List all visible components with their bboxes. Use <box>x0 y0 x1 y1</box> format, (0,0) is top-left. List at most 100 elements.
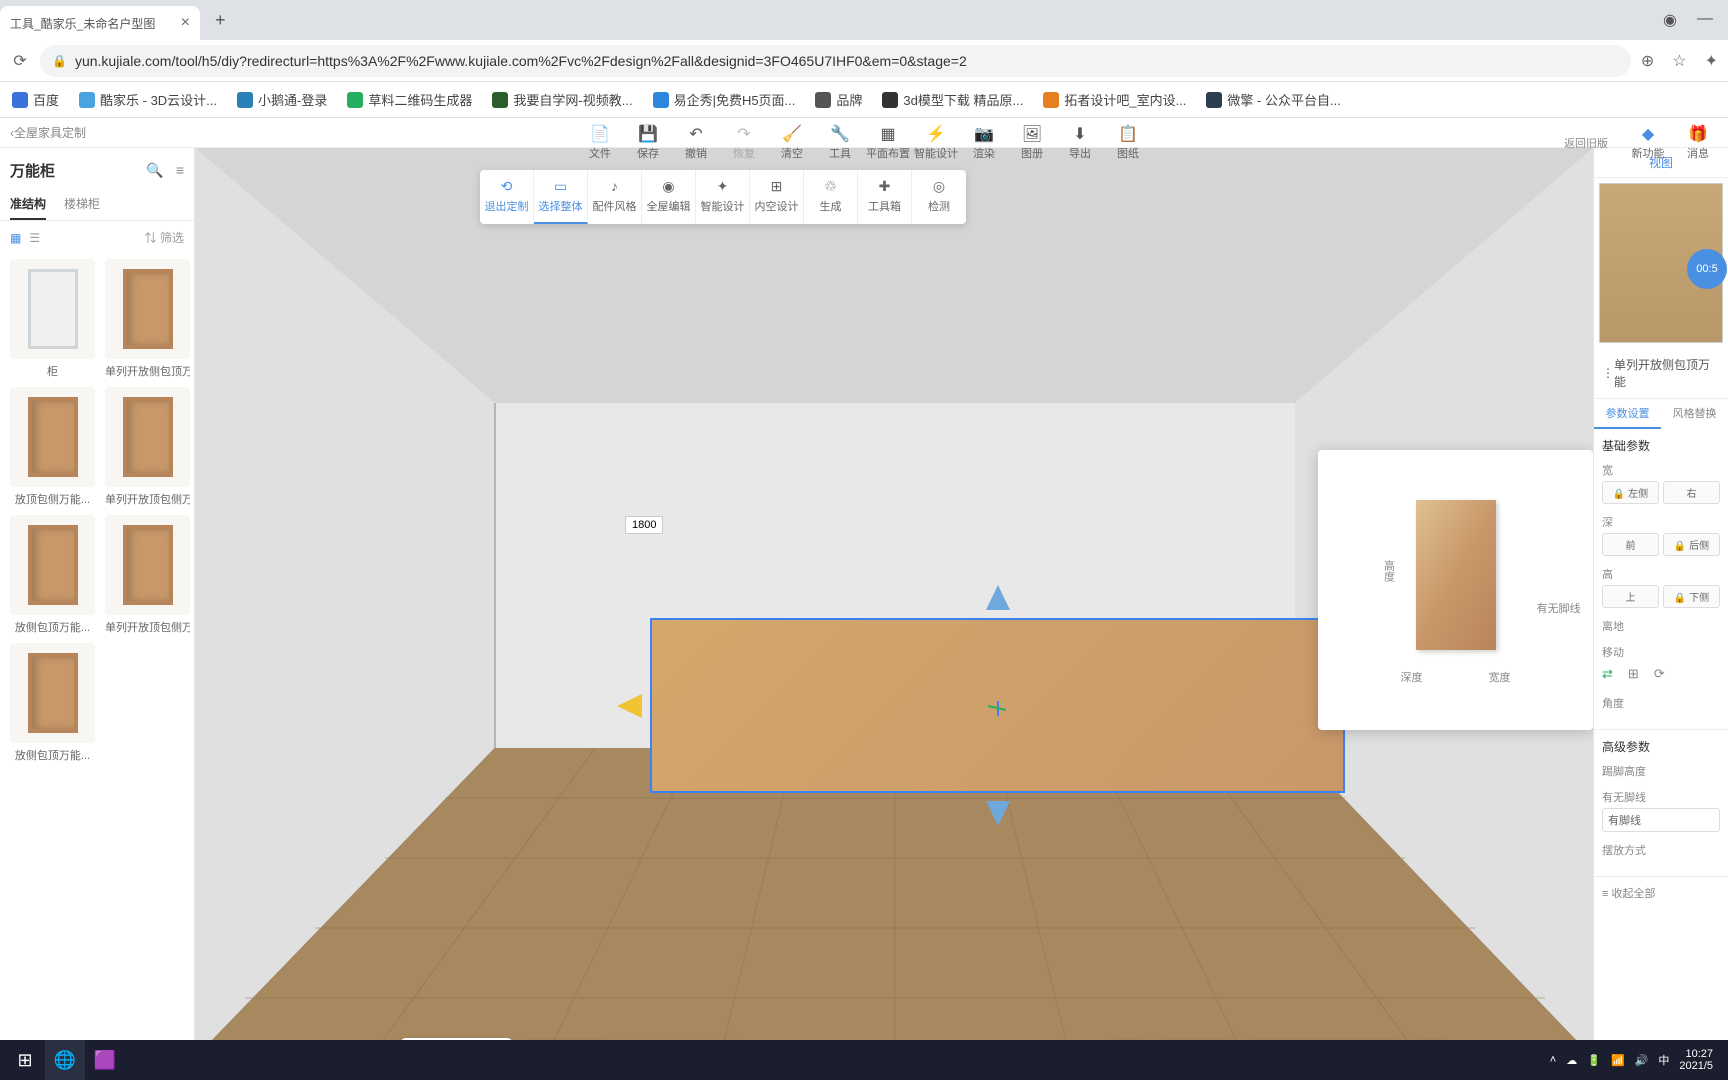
move-left-handle[interactable] <box>617 694 642 718</box>
placement-label: 摆放方式 <box>1602 842 1720 858</box>
product-card[interactable]: 单列开放侧包顶万能... <box>105 259 190 379</box>
preview-width-label: 宽度 <box>1489 669 1511 685</box>
bookmark-item[interactable]: 酷家乐 - 3D云设计... <box>79 90 217 109</box>
close-icon[interactable]: × <box>181 14 190 32</box>
clear-icon: 🧹 <box>768 125 816 143</box>
depth-back-button[interactable]: 🔒 后侧 <box>1663 533 1720 556</box>
minimap[interactable]: 00:5 <box>1599 183 1723 343</box>
subtool-check[interactable]: ◎检测 <box>912 170 966 224</box>
subtool-edit[interactable]: ◉全屋编辑 <box>642 170 696 224</box>
height-down-button[interactable]: 🔒 下侧 <box>1663 585 1720 608</box>
tool-render[interactable]: 📷渲染 <box>960 125 1008 161</box>
move-up-handle[interactable] <box>986 585 1010 610</box>
minimap-timer: 00:5 <box>1687 249 1727 289</box>
tray-up-icon[interactable]: ˄ <box>1550 1054 1556 1066</box>
star-icon[interactable]: ☆ <box>1672 51 1686 71</box>
tool-tools[interactable]: 🔧工具 <box>816 125 864 161</box>
floorplan-icon: ▦ <box>864 125 912 143</box>
clock-time[interactable]: 10:27 <box>1679 1048 1713 1060</box>
preview-kick-label: 有无脚线 <box>1537 600 1581 616</box>
width-right-button[interactable]: 右 <box>1663 481 1720 504</box>
tool-album[interactable]: 🖼图册 <box>1008 125 1056 161</box>
selected-cabinet[interactable] <box>650 618 1345 793</box>
subtool-select[interactable]: ▭选择整体 <box>534 170 588 224</box>
advanced-params-heading: 高级参数 <box>1602 738 1720 755</box>
reload-icon[interactable]: ⟳ <box>10 51 30 71</box>
bookmark-item[interactable]: 小鹅通-登录 <box>237 90 327 109</box>
tray-volume-icon[interactable]: 🔊 <box>1635 1054 1649 1067</box>
active-tab[interactable]: 工具_酷家乐_未命名户型图 × <box>0 6 200 40</box>
product-card[interactable]: 放侧包顶万能... <box>10 643 95 763</box>
bookmark-item[interactable]: 百度 <box>12 90 59 109</box>
ime-indicator[interactable]: 中 <box>1658 1052 1669 1068</box>
depth-front-button[interactable]: 前 <box>1602 533 1659 556</box>
start-button[interactable]: ⊞ <box>5 1040 45 1080</box>
bookmark-item[interactable]: 3d模型下载 精品原... <box>882 90 1023 109</box>
tray-cloud-icon[interactable]: ☁ <box>1566 1054 1577 1067</box>
tool-undo[interactable]: ↶撤销 <box>672 125 720 161</box>
width-left-button[interactable]: 🔒 左侧 <box>1602 481 1659 504</box>
dimension-label: 1800 <box>625 516 663 534</box>
move-z-icon[interactable]: ⊞ <box>1628 666 1639 682</box>
gizmo-center[interactable] <box>988 696 1008 716</box>
subtool-generate[interactable]: ♲生成 <box>804 170 858 224</box>
return-old-link[interactable]: 返回旧版 <box>1564 135 1608 151</box>
bookmark-item[interactable]: 草料二维码生成器 <box>347 90 472 109</box>
grid-view-icon[interactable]: ▦ <box>10 231 21 245</box>
tool-message[interactable]: 🎁消息 <box>1678 125 1718 161</box>
subtool-toolbox[interactable]: ✚工具箱 <box>858 170 912 224</box>
sidebar-tabs: 准结构 楼梯柜 <box>0 189 194 221</box>
new-tab-button[interactable]: + <box>215 10 226 31</box>
subtool-exit[interactable]: ⟲退出定制 <box>480 170 534 224</box>
collapse-all-button[interactable]: ≡ 收起全部 <box>1594 876 1728 909</box>
bookmark-item[interactable]: 易企秀|免费H5页面... <box>653 90 796 109</box>
tab-params[interactable]: 参数设置 <box>1594 399 1661 429</box>
list-view-icon[interactable]: ☰ <box>29 231 40 245</box>
filter-icon[interactable]: ⇅ 筛选 <box>145 229 184 246</box>
subtool-interior[interactable]: ⊞内空设计 <box>750 170 804 224</box>
tab-title: 工具_酷家乐_未命名户型图 <box>10 15 155 32</box>
url-input[interactable]: 🔒 yun.kujiale.com/tool/h5/diy?redirectur… <box>40 45 1631 77</box>
product-card[interactable]: 放顶包侧万能... <box>10 387 95 507</box>
tool-new-feature[interactable]: ◆新功能 <box>1628 125 1668 161</box>
tool-smart[interactable]: ⚡智能设计 <box>912 125 960 161</box>
selected-item-title: ⋮ 单列开放侧包顶万能 <box>1594 348 1728 399</box>
bookmark-item[interactable]: 微擎 - 公众平台自... <box>1206 90 1340 109</box>
tray-wifi-icon[interactable]: 📶 <box>1611 1054 1625 1067</box>
move-down-handle[interactable] <box>986 801 1010 826</box>
tool-file[interactable]: 📄文件 <box>576 125 624 161</box>
preview-height-label: 高度 <box>1381 560 1397 582</box>
move-rotate-icon[interactable]: ⟳ <box>1654 666 1665 682</box>
tool-redo[interactable]: ↷恢复 <box>720 125 768 161</box>
taskbar-app-icon[interactable]: 🟪 <box>85 1040 125 1080</box>
zoom-icon[interactable]: ⊕ <box>1641 51 1654 71</box>
bookmark-item[interactable]: 拓者设计吧_室内设... <box>1043 90 1186 109</box>
product-card[interactable]: 柜 <box>10 259 95 379</box>
tool-clear[interactable]: 🧹清空 <box>768 125 816 161</box>
kick-label: 有无脚线 <box>1602 789 1720 805</box>
tool-drawing[interactable]: 📋图纸 <box>1104 125 1152 161</box>
extension-icon[interactable]: ✦ <box>1705 51 1718 71</box>
product-sidebar: 万能柜 🔍 ≡ 准结构 楼梯柜 ▦ ☰ ⇅ 筛选 柜 单列开放侧包顶万能... … <box>0 148 195 1080</box>
height-up-button[interactable]: 上 <box>1602 585 1659 608</box>
sidebar-tab-stair[interactable]: 楼梯柜 <box>64 189 100 220</box>
profile-icon[interactable]: ◉ <box>1663 10 1677 30</box>
subtool-ai[interactable]: ✦智能设计 <box>696 170 750 224</box>
product-card[interactable]: 放侧包顶万能... <box>10 515 95 635</box>
tool-floorplan[interactable]: ▦平面布置 <box>864 125 912 161</box>
product-card[interactable]: 单列开放顶包侧万能... <box>105 515 190 635</box>
taskbar-chrome-icon[interactable]: 🌐 <box>45 1040 85 1080</box>
kick-select[interactable]: 有脚线 <box>1602 808 1720 832</box>
tool-export[interactable]: ⬇导出 <box>1056 125 1104 161</box>
product-card[interactable]: 单列开放顶包侧万能... <box>105 387 190 507</box>
bookmark-item[interactable]: 我要自学网-视频教... <box>492 90 632 109</box>
clock-date[interactable]: 2021/5 <box>1679 1060 1713 1072</box>
tray-battery-icon[interactable]: 🔋 <box>1587 1054 1601 1067</box>
tab-style[interactable]: 风格替换 <box>1661 399 1728 429</box>
minimize-icon[interactable]: — <box>1697 10 1713 30</box>
subtool-style[interactable]: ♪配件风格 <box>588 170 642 224</box>
tool-save[interactable]: 💾保存 <box>624 125 672 161</box>
sidebar-tab-structure[interactable]: 准结构 <box>10 189 46 220</box>
bookmark-item[interactable]: 品牌 <box>815 90 862 109</box>
move-xy-icon[interactable]: ⇄ <box>1602 666 1613 682</box>
